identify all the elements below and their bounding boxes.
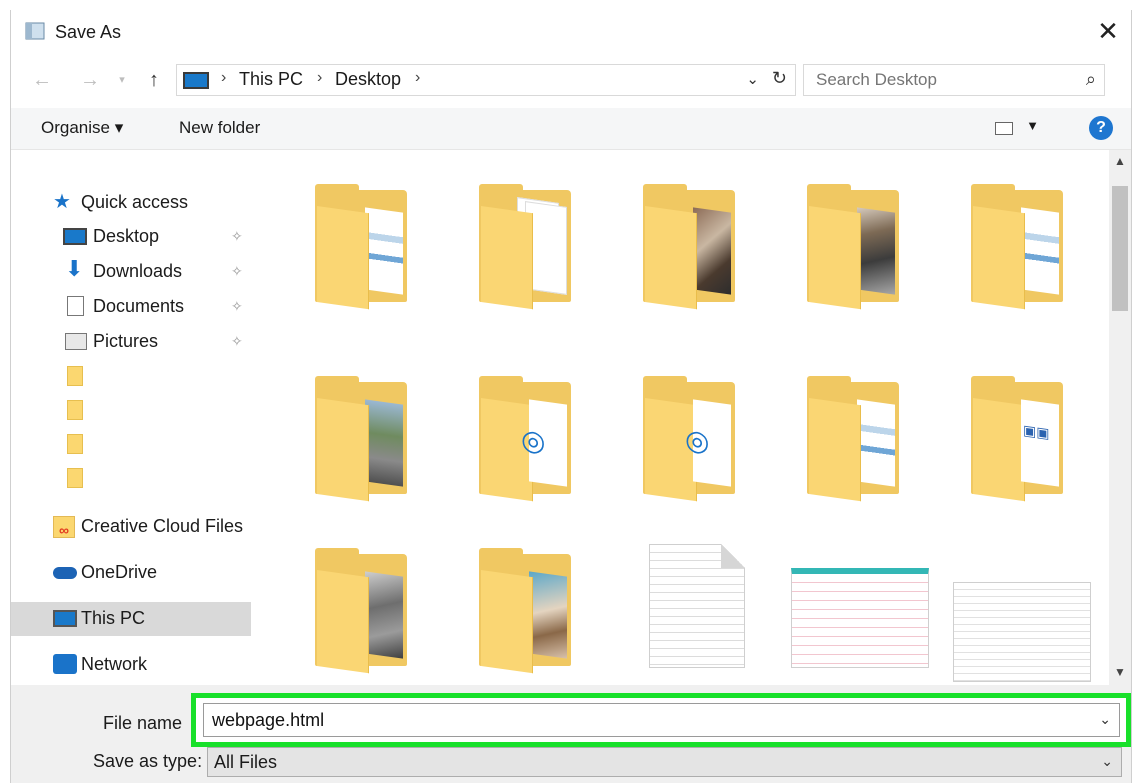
sidebar-item-folder[interactable] <box>11 462 251 496</box>
save-options-panel: File name ⌄ Save as type: All Files ⌄ <box>11 685 1131 783</box>
sidebar-item-creative-cloud[interactable]: Creative Cloud Files <box>11 510 251 544</box>
chevron-down-icon[interactable]: ⌄ <box>746 70 759 88</box>
sidebar-item-quick-access[interactable]: ★ Quick access <box>11 186 251 220</box>
pc-icon <box>53 610 77 627</box>
address-bar[interactable]: › This PC › Desktop › ⌄ ↻ <box>176 64 796 96</box>
sidebar-item-label: Documents <box>93 296 185 316</box>
folder-item[interactable] <box>969 376 1069 502</box>
vertical-scrollbar[interactable]: ▲ ▼ <box>1109 150 1131 685</box>
navigation-bar: ← → ▾ ↑ › This PC › Desktop › ⌄ ↻ ⌕ <box>11 60 1131 100</box>
sidebar-item-label: Creative Cloud Files <box>81 516 244 536</box>
text-sheet-file[interactable] <box>953 582 1091 682</box>
sidebar-item-label: Network <box>81 654 148 674</box>
sidebar-item-label: Quick access <box>81 192 189 212</box>
pin-icon[interactable]: ✧ <box>231 298 243 315</box>
folder-item[interactable] <box>477 548 577 674</box>
breadcrumb-this-pc[interactable]: This PC <box>239 69 303 90</box>
sidebar-item-label: Downloads <box>93 261 183 281</box>
sidebar-item-pictures[interactable]: Pictures ✧ <box>11 325 251 359</box>
sidebar-item-label: OneDrive <box>81 562 158 582</box>
file-list <box>263 150 1108 685</box>
folder-icon <box>67 434 83 454</box>
cloud-icon <box>53 567 77 579</box>
star-icon: ★ <box>53 191 71 213</box>
up-button[interactable]: ↑ <box>141 66 167 94</box>
sidebar-item-documents[interactable]: Documents ✧ <box>11 290 251 324</box>
navigation-pane: ★ Quick access Desktop ✧ ⬇ Downloads ✧ D… <box>11 150 253 685</box>
pc-icon <box>183 72 209 89</box>
folder-item[interactable] <box>805 376 905 502</box>
scrollbar-thumb[interactable] <box>1112 186 1128 311</box>
folder-item[interactable] <box>313 184 413 310</box>
desktop-icon <box>63 228 87 245</box>
pictures-icon <box>65 333 87 350</box>
chevron-up-icon[interactable]: ▲ <box>1109 154 1131 172</box>
search-box[interactable]: ⌕ <box>803 64 1105 96</box>
folder-item[interactable] <box>313 548 413 674</box>
folder-item[interactable] <box>313 376 413 502</box>
save-type-label: Save as type: <box>93 751 203 771</box>
network-icon <box>53 654 77 674</box>
folder-icon <box>67 468 83 488</box>
sidebar-item-folder[interactable] <box>11 428 251 462</box>
organise-button[interactable]: Organise ▾ <box>41 118 123 138</box>
close-icon: ✕ <box>1097 16 1119 46</box>
chevron-down-icon[interactable]: ▼ <box>1109 665 1131 683</box>
sidebar-item-this-pc[interactable]: This PC <box>11 602 251 636</box>
save-dialog-icon <box>25 22 45 40</box>
sidebar-item-label: Desktop <box>93 226 160 246</box>
sidebar-item-label: Pictures <box>93 331 159 351</box>
chevron-down-icon[interactable]: ⌄ <box>1101 753 1113 770</box>
chevron-right-icon: › <box>221 69 227 86</box>
window-title: Save As <box>55 22 122 42</box>
refresh-icon[interactable]: ↻ <box>772 68 787 89</box>
close-button[interactable]: ✕ <box>1091 16 1125 48</box>
save-as-dialog: Save As ✕ ← → ▾ ↑ › This PC › Desktop › … <box>10 10 1132 783</box>
view-options-icon[interactable] <box>995 122 1013 135</box>
spreadsheet-file[interactable] <box>791 568 929 668</box>
folder-item[interactable] <box>477 376 577 502</box>
forward-button[interactable]: → <box>77 66 103 94</box>
chevron-right-icon: › <box>317 69 323 86</box>
filename-label: File name <box>103 713 183 733</box>
title-bar: Save As ✕ <box>11 10 1131 54</box>
sidebar-item-network[interactable]: Network <box>11 648 251 682</box>
folder-item[interactable] <box>641 376 741 502</box>
search-icon[interactable]: ⌕ <box>1086 69 1096 90</box>
folder-item[interactable] <box>969 184 1069 310</box>
folder-icon <box>67 366 83 386</box>
chevron-down-icon[interactable]: ▼ <box>1026 118 1039 133</box>
filename-input[interactable] <box>212 709 1082 731</box>
folder-icon <box>67 400 83 420</box>
folder-item[interactable] <box>805 184 905 310</box>
filename-field[interactable]: ⌄ <box>203 703 1120 737</box>
command-toolbar: Organise ▾ New folder ▼ ? <box>11 108 1131 150</box>
search-input[interactable] <box>816 69 1066 91</box>
new-folder-button[interactable]: New folder <box>179 118 260 138</box>
sidebar-item-label: This PC <box>81 608 146 628</box>
save-type-value: All Files <box>214 752 278 772</box>
sidebar-item-onedrive[interactable]: OneDrive <box>11 556 251 590</box>
pin-icon[interactable]: ✧ <box>231 228 243 245</box>
back-button[interactable]: ← <box>29 66 55 94</box>
document-icon <box>67 296 84 316</box>
download-arrow-icon: ⬇ <box>65 256 84 281</box>
creative-cloud-icon <box>53 516 75 538</box>
sidebar-item-folder[interactable] <box>11 360 251 394</box>
sidebar-item-folder[interactable] <box>11 394 251 428</box>
chevron-right-icon[interactable]: › <box>415 69 420 87</box>
pin-icon[interactable]: ✧ <box>231 333 243 350</box>
filename-highlight: ⌄ <box>191 693 1131 747</box>
breadcrumb-desktop[interactable]: Desktop <box>335 69 401 90</box>
pin-icon[interactable]: ✧ <box>231 263 243 280</box>
chevron-down-icon[interactable]: ⌄ <box>1099 711 1111 728</box>
folder-item[interactable] <box>477 184 577 310</box>
sidebar-item-desktop[interactable]: Desktop ✧ <box>11 220 251 254</box>
help-icon[interactable]: ? <box>1089 116 1113 140</box>
text-document-file[interactable] <box>649 544 745 668</box>
recent-locations-chevron-icon[interactable]: ▾ <box>113 66 131 94</box>
sidebar-item-downloads[interactable]: ⬇ Downloads ✧ <box>11 255 251 289</box>
folder-item[interactable] <box>641 184 741 310</box>
save-type-select[interactable]: All Files ⌄ <box>207 747 1122 777</box>
